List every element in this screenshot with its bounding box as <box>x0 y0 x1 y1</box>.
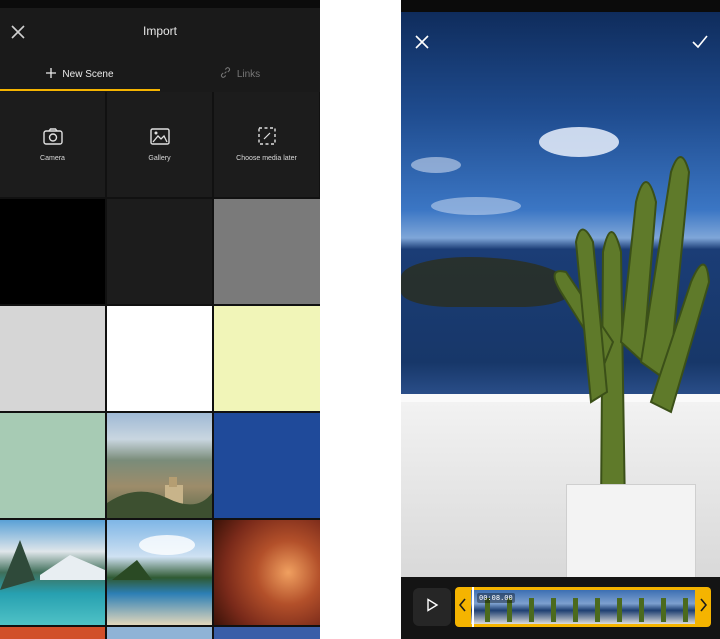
chevron-right-icon <box>699 597 708 617</box>
camera-source[interactable]: Camera <box>0 92 105 197</box>
import-header: Import <box>0 8 320 56</box>
play-button[interactable] <box>413 588 451 626</box>
color-swatch-pale-yellow[interactable] <box>214 306 320 411</box>
tropical-beach-image <box>112 535 195 580</box>
playhead[interactable] <box>472 587 474 627</box>
import-screen: Import New Scene Links Camera Gallery Ch… <box>0 0 320 639</box>
hillside-town-image <box>107 477 212 518</box>
app-root: Import New Scene Links Camera Gallery Ch… <box>0 0 720 639</box>
planter-pot <box>566 484 696 577</box>
source-label: Gallery <box>148 154 171 162</box>
color-swatch-gray[interactable] <box>214 199 320 304</box>
photo-thumbnail-red-canyon[interactable] <box>214 520 320 625</box>
gallery-source[interactable]: Gallery <box>107 92 212 197</box>
color-swatch-dark-gray[interactable] <box>107 199 212 304</box>
photo-thumbnail-coast[interactable] <box>214 627 320 639</box>
color-swatch-black[interactable] <box>0 199 105 304</box>
tab-label: New Scene <box>62 68 114 80</box>
photo-thumbnail-mountain-lake[interactable] <box>0 520 105 625</box>
cloud <box>431 197 521 215</box>
page-title: Import <box>142 24 177 38</box>
cactus-image <box>553 156 711 512</box>
status-bar <box>401 0 720 12</box>
image-icon <box>149 127 170 147</box>
color-swatch-white[interactable] <box>107 306 212 411</box>
plus-icon <box>46 67 57 81</box>
tab-links[interactable]: Links <box>160 56 320 92</box>
tab-label: Links <box>236 68 261 80</box>
placeholder-icon <box>257 127 276 147</box>
camera-icon <box>42 127 63 147</box>
chevron-left-icon <box>458 597 467 617</box>
check-icon[interactable] <box>691 33 709 51</box>
choose-later-source[interactable]: Choose media later <box>214 92 319 197</box>
play-icon <box>425 597 439 617</box>
color-swatch-blue[interactable] <box>214 413 320 518</box>
photo-thumbnail-hillside-town[interactable] <box>107 413 212 518</box>
source-label: Camera <box>40 154 65 162</box>
photo-thumbnail-flowers[interactable] <box>0 627 105 639</box>
trim-screen: 00:08.00 <box>401 0 720 639</box>
color-swatch-sage[interactable] <box>0 413 105 518</box>
cloud <box>411 157 461 173</box>
link-icon <box>220 67 231 81</box>
tab-new-scene[interactable]: New Scene <box>0 56 160 92</box>
trim-controls: 00:08.00 <box>401 577 720 639</box>
photo-thumbnail-tropical-beach[interactable] <box>107 520 212 625</box>
close-icon[interactable] <box>413 33 431 51</box>
mountain-lake-image <box>0 540 105 590</box>
active-tab-indicator <box>0 89 160 91</box>
source-label: Choose media later <box>236 155 297 162</box>
status-bar <box>0 0 320 8</box>
trim-timeline[interactable]: 00:08.00 <box>455 587 711 627</box>
color-swatch-light-gray[interactable] <box>0 306 105 411</box>
trim-handle-right[interactable] <box>695 587 711 627</box>
import-tabs: New Scene Links <box>0 56 320 92</box>
trim-handle-left[interactable] <box>455 587 471 627</box>
current-time: 00:08.00 <box>477 593 515 603</box>
video-preview <box>401 12 720 577</box>
photo-thumbnail-sky[interactable] <box>107 627 212 639</box>
